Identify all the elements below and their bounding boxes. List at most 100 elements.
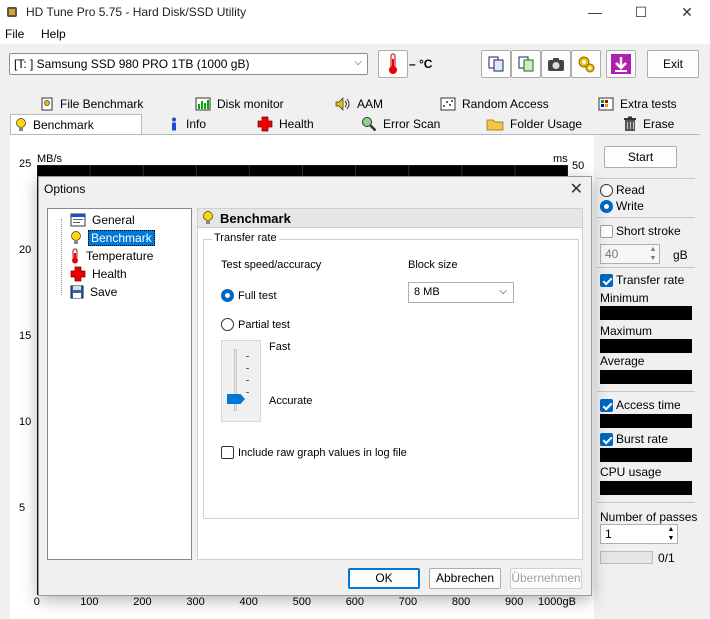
partial-test-label: Partial test xyxy=(238,318,290,331)
window-title: HD Tune Pro 5.75 - Hard Disk/SSD Utility xyxy=(26,5,247,19)
trash-icon xyxy=(624,116,636,131)
dialog-close-icon[interactable]: ✕ xyxy=(570,179,583,199)
drive-select[interactable]: [T: ] Samsung SSD 980 PRO 1TB (1000 gB) … xyxy=(9,53,368,75)
apply-button[interactable]: Übernehmen xyxy=(510,568,582,589)
tab-file-benchmark[interactable]: File Benchmark xyxy=(36,94,143,114)
ok-button[interactable]: OK xyxy=(348,568,420,589)
number-of-passes-label: Number of passes xyxy=(600,510,698,524)
y-tick-label: 10 xyxy=(19,416,32,428)
access-time-checkbox[interactable] xyxy=(600,398,613,412)
tree-label: General xyxy=(92,212,135,227)
read-radio-row[interactable]: Read xyxy=(600,183,645,197)
tree-label: Temperature xyxy=(86,248,154,263)
cancel-button[interactable]: Abbrechen xyxy=(429,568,501,589)
transfer-rate-row[interactable]: Transfer rate xyxy=(600,273,684,287)
camera-icon xyxy=(548,58,564,71)
short-stroke-row[interactable]: Short stroke xyxy=(600,224,681,238)
slider-tick xyxy=(246,380,249,381)
transfer-rate-groupbox: Transfer rate Test speed/accuracy Block … xyxy=(203,232,579,519)
tab-erase[interactable]: Erase xyxy=(619,114,674,134)
chevron-down-icon: ⌵ xyxy=(499,286,507,297)
full-test-label: Full test xyxy=(238,289,277,302)
write-radio-row[interactable]: Write xyxy=(600,199,644,213)
magnifier-icon xyxy=(362,117,377,132)
maximum-label: Maximum xyxy=(600,324,653,338)
accuracy-slider[interactable] xyxy=(221,340,261,422)
temperature-readout: – °C xyxy=(409,57,433,71)
slider-tick xyxy=(246,368,249,369)
tab-label: Health xyxy=(279,117,314,131)
tab-disk-monitor[interactable]: Disk monitor xyxy=(191,94,284,114)
raw-graph-checkbox[interactable] xyxy=(221,446,234,459)
spinner-icon[interactable]: ▲ ▼ xyxy=(665,525,677,543)
tab-benchmark[interactable]: Benchmark xyxy=(10,114,142,134)
tab-label: Error Scan xyxy=(383,117,441,131)
menu-file[interactable]: File xyxy=(5,27,24,41)
copy-all-button[interactable] xyxy=(511,50,541,78)
options-dialog: Options ✕ General Benchmark Temperature … xyxy=(38,176,592,596)
short-stroke-input[interactable]: 40 ▲ ▼ xyxy=(600,244,660,264)
write-radio[interactable] xyxy=(600,199,613,213)
minimum-label: Minimum xyxy=(600,291,649,305)
read-label: Read xyxy=(616,183,645,197)
benchmark-bulb-icon xyxy=(16,117,26,131)
tab-folder-usage[interactable]: Folder Usage xyxy=(482,114,582,134)
tab-aam[interactable]: AAM xyxy=(331,94,383,114)
y-right-axis-label: ms xyxy=(553,153,568,165)
partial-test-option[interactable]: Partial test xyxy=(221,318,290,331)
separator xyxy=(597,502,695,503)
save-download-button[interactable] xyxy=(606,50,636,78)
tab-label: AAM xyxy=(357,97,384,111)
copy-icon xyxy=(488,56,504,72)
tree-item-health[interactable]: Health xyxy=(70,265,127,282)
partial-test-radio[interactable] xyxy=(221,318,234,331)
close-window-button[interactable]: ✕ xyxy=(664,0,710,24)
screenshot-button[interactable] xyxy=(541,50,571,78)
separator xyxy=(597,178,695,179)
benchmark-bulb-icon xyxy=(71,230,81,244)
short-stroke-checkbox[interactable] xyxy=(600,224,613,238)
tab-extra-tests[interactable]: Extra tests xyxy=(594,94,677,114)
slider-accurate-label: Accurate xyxy=(269,395,313,407)
short-stroke-value: 40 xyxy=(605,247,619,261)
separator xyxy=(597,267,695,268)
tree-item-general[interactable]: General xyxy=(70,211,135,228)
copy-info-button[interactable] xyxy=(481,50,511,78)
access-time-row[interactable]: Access time xyxy=(600,398,681,412)
tree-connector xyxy=(61,219,62,295)
transfer-rate-checkbox[interactable] xyxy=(600,273,613,287)
tab-label: Info xyxy=(186,117,207,131)
start-button[interactable]: Start xyxy=(604,146,677,168)
temperature-button[interactable] xyxy=(378,50,408,78)
speaker-icon xyxy=(335,97,350,111)
tab-label: File Benchmark xyxy=(60,97,144,111)
pass-progress-text: 0/1 xyxy=(658,551,675,565)
title-bar: HD Tune Pro 5.75 - Hard Disk/SSD Utility… xyxy=(0,0,710,24)
spinner-icon[interactable]: ▲ ▼ xyxy=(647,245,659,263)
maximize-button[interactable]: ☐ xyxy=(618,0,664,24)
tab-info[interactable]: Info xyxy=(164,114,206,134)
burst-rate-row[interactable]: Burst rate xyxy=(600,432,668,446)
tab-random-access[interactable]: Random Access xyxy=(436,94,549,114)
full-test-option[interactable]: Full test xyxy=(221,289,277,302)
x-tick-label: 900 xyxy=(505,596,524,608)
tree-label: Health xyxy=(92,266,127,281)
menu-help[interactable]: Help xyxy=(41,27,66,41)
block-size-select[interactable]: 8 MB ⌵ xyxy=(408,282,514,303)
tree-item-save[interactable]: Save xyxy=(70,283,117,300)
x-tick-label: 100 xyxy=(80,596,99,608)
options-button[interactable] xyxy=(571,50,601,78)
tab-health[interactable]: Health xyxy=(253,114,314,134)
raw-graph-option[interactable]: Include raw graph values in log file xyxy=(221,446,407,459)
x-tick-label: 300 xyxy=(186,596,205,608)
tree-item-benchmark[interactable]: Benchmark xyxy=(70,229,155,246)
tab-error-scan[interactable]: Error Scan xyxy=(357,114,440,134)
tree-item-temperature[interactable]: Temperature xyxy=(70,247,153,264)
exit-button[interactable]: Exit xyxy=(647,50,699,78)
minimize-button[interactable]: — xyxy=(572,0,618,24)
slider-thumb[interactable] xyxy=(227,394,245,404)
passes-input[interactable]: 1 ▲ ▼ xyxy=(600,524,678,544)
read-radio[interactable] xyxy=(600,183,613,197)
burst-rate-checkbox[interactable] xyxy=(600,432,613,446)
full-test-radio[interactable] xyxy=(221,289,234,302)
